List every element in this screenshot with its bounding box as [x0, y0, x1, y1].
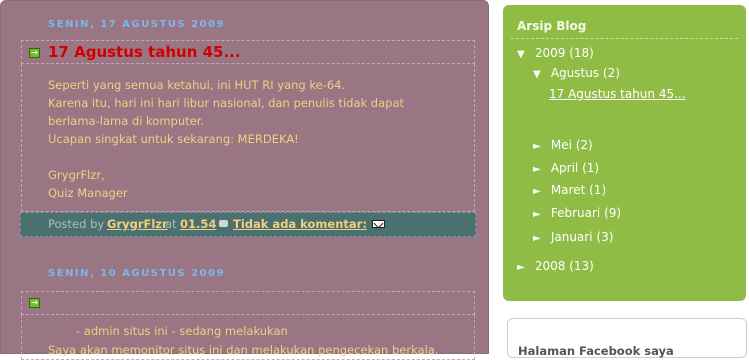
posted-by-label: Posted by: [48, 217, 105, 231]
post-title-link[interactable]: 17 Agustus tahun 45...: [48, 43, 241, 61]
archive-month-maret[interactable]: ► Maret (1): [533, 183, 606, 197]
collapse-toggle-icon[interactable]: ►: [517, 262, 531, 273]
post-text-line: Ucapan singkat untuk sekarang: MERDEKA!: [48, 132, 299, 146]
main-column: SENIN, 17 AGUSTUS 2009 → 17 Agustus tahu…: [0, 0, 489, 360]
collapse-toggle-icon[interactable]: ►: [533, 233, 547, 244]
archive-year-2008[interactable]: ► 2008 (13): [517, 259, 594, 273]
post-time-link[interactable]: 01.54: [180, 217, 216, 231]
post-text-line: Karena itu, hari ini hari libur nasional…: [48, 96, 405, 110]
post-text-line: berlama-lama di komputer.: [48, 114, 205, 128]
expand-toggle-icon[interactable]: ▼: [533, 69, 547, 80]
archive-month-april[interactable]: ► April (1): [533, 161, 599, 175]
archive-month-januari[interactable]: ► Januari (3): [533, 230, 613, 244]
post-footer: Posted by GrygrFlzr at 01.54 Tidak ada k…: [20, 212, 476, 237]
at-label: at: [165, 217, 177, 231]
collapse-toggle-icon[interactable]: ►: [533, 209, 547, 220]
facebook-widget: Halaman Facebook saya: [507, 318, 747, 358]
archive-post-link[interactable]: 17 Agustus tahun 45...: [549, 87, 686, 101]
comment-icon: [219, 220, 228, 227]
archive-year-2009[interactable]: ▼ 2009 (18): [517, 46, 594, 60]
author-link[interactable]: GrygrFlzr: [107, 217, 168, 231]
expand-toggle-icon[interactable]: ▼: [517, 49, 531, 60]
archive-month-februari[interactable]: ► Februari (9): [533, 206, 621, 220]
post-signature: GrygrFlzr,: [48, 168, 105, 182]
post-text-line: Saya akan memonitor situs ini dan melaku…: [48, 343, 439, 357]
email-icon[interactable]: [372, 220, 385, 228]
archive-month-mei[interactable]: ► Mei (2): [533, 138, 593, 152]
archive-month-agustus[interactable]: ▼ Agustus (2): [533, 66, 620, 80]
archive-widget: Arsip Blog ▼ 2009 (18) ▼ Agustus (2) 17 …: [503, 5, 746, 301]
arrow-right-icon: →: [29, 48, 40, 58]
post-text-line: - admin situs ini - sedang melakukan: [76, 324, 288, 338]
collapse-toggle-icon[interactable]: ►: [533, 164, 547, 175]
collapse-toggle-icon[interactable]: ►: [533, 141, 547, 152]
comments-link[interactable]: Tidak ada komentar:: [233, 217, 367, 231]
post-text-line: Seperti yang semua ketahui, ini HUT RI y…: [48, 78, 346, 92]
post-signature-role: Quiz Manager: [48, 186, 128, 200]
collapse-toggle-icon[interactable]: ►: [533, 186, 547, 197]
date-header: SENIN, 10 AGUSTUS 2009: [48, 268, 225, 279]
archive-title: Arsip Blog: [517, 19, 587, 33]
arrow-right-icon: →: [29, 298, 40, 308]
post-title-box: [21, 291, 475, 315]
facebook-widget-title: Halaman Facebook saya: [518, 344, 674, 358]
divider: [511, 38, 738, 39]
date-header: SENIN, 17 AGUSTUS 2009: [48, 19, 225, 30]
